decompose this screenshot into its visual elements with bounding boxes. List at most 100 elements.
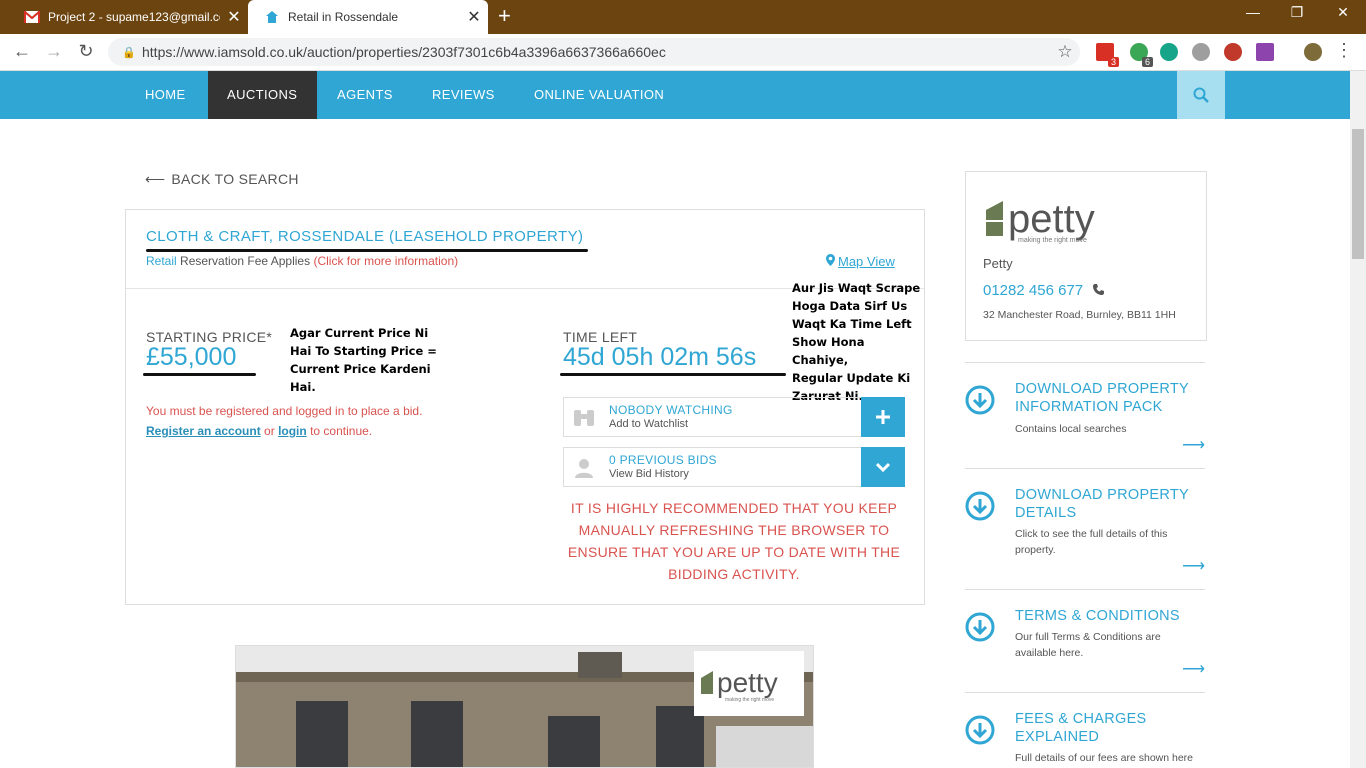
download-desc-line: property. (1015, 544, 1056, 556)
download-title: DOWNLOAD PROPERTY DETAILS (1015, 486, 1205, 522)
download-desc-line: available here. (1015, 647, 1084, 659)
scrollbar-thumb[interactable] (1352, 129, 1364, 259)
block-extension-icon[interactable] (1224, 43, 1242, 61)
svg-text:petty: petty (717, 667, 778, 698)
price-underline-annotation (143, 373, 256, 376)
map-pin-icon (826, 254, 835, 269)
tab-close-icon[interactable]: ✕ (460, 7, 488, 27)
download-desc: Our full Terms & Conditions are availabl… (1015, 629, 1195, 661)
gmail-badge: 3 (1107, 57, 1119, 67)
right-arrow-icon[interactable]: ⟶ (1182, 659, 1205, 679)
globe-extension-icon[interactable] (1192, 43, 1210, 61)
note-line: Regular Update Ki (792, 371, 911, 385)
nav-reviews[interactable]: REVIEWS (413, 71, 514, 119)
tab-retail-rossendale[interactable]: Retail in Rossendale ✕ (248, 0, 488, 34)
phone-icon (1093, 282, 1105, 299)
restore-icon[interactable]: ❐ (1274, 4, 1320, 21)
continue-text: to continue. (310, 424, 373, 438)
fees-and-charges[interactable]: FEES & CHARGES EXPLAINED Full details of… (965, 692, 1205, 768)
page-scrollbar[interactable] (1350, 71, 1366, 768)
download-desc-line: Click to see the full details of this (1015, 528, 1168, 540)
forward-arrow-icon[interactable]: → (42, 41, 66, 62)
url-box[interactable]: 🔒 https://www.iamsold.co.uk/auction/prop… (108, 38, 1080, 66)
photo-agent-logo: petty making the right move (694, 651, 804, 716)
site-navigation: HOME AUCTIONS AGENTS REVIEWS ONLINE VALU… (0, 71, 1350, 119)
profile-avatar[interactable] (1304, 43, 1322, 61)
download-title-line: DOWNLOAD PROPERTY (1015, 487, 1190, 503)
view-bid-history-label[interactable]: View Bid History (609, 468, 689, 480)
agent-phone-number: 01282 456 677 (983, 282, 1084, 299)
nav-home[interactable]: HOME (126, 71, 205, 119)
agent-phone[interactable]: 01282 456 677 (983, 282, 1105, 299)
binoculars-icon (572, 406, 596, 430)
tab-title: Retail in Rossendale (288, 10, 399, 24)
property-photo[interactable]: petty making the right move (235, 645, 814, 768)
petty-logo[interactable]: petty making the right move (983, 194, 1123, 249)
shield-badge: 6 (1141, 57, 1153, 67)
minimize-icon[interactable]: — (1230, 4, 1276, 20)
nav-agents[interactable]: AGENTS (318, 71, 412, 119)
recommend-line: MANUALLY REFRESHING THE BROWSER TO (578, 522, 890, 538)
pdf-extension-icon[interactable] (1256, 43, 1274, 61)
tab-close-icon[interactable]: ✕ (220, 7, 248, 27)
close-window-icon[interactable]: ✕ (1320, 4, 1366, 21)
property-meta: Retail Reservation Fee Applies (Click fo… (146, 254, 458, 268)
gmail-extension-icon[interactable]: 3 (1096, 43, 1119, 67)
back-to-search-link[interactable]: ⟵ BACK TO SEARCH (145, 171, 299, 188)
map-view-link[interactable]: Map View (826, 254, 895, 269)
register-account-link[interactable]: Register an account (146, 424, 261, 438)
svg-text:making the right move: making the right move (725, 697, 774, 703)
bid-history-box: 0 PREVIOUS BIDS View Bid History (563, 447, 905, 487)
download-desc: Contains local searches (1015, 423, 1127, 435)
expand-bid-history-button[interactable] (861, 447, 905, 487)
note-line: Current Price Kardeni (290, 362, 431, 376)
nav-online-valuation[interactable]: ONLINE VALUATION (515, 71, 683, 119)
bookmark-star-icon[interactable]: ☆ (1050, 42, 1080, 62)
search-button[interactable] (1177, 71, 1225, 119)
previous-bids-count: 0 PREVIOUS BIDS (609, 453, 717, 467)
nav-auctions[interactable]: AUCTIONS (208, 71, 317, 119)
m-extension-icon[interactable] (1160, 43, 1178, 61)
title-underline-annotation (146, 249, 588, 252)
new-tab-icon[interactable]: + (498, 5, 511, 27)
back-arrow-icon[interactable]: ← (10, 41, 34, 62)
url-text[interactable]: https://www.iamsold.co.uk/auction/proper… (142, 44, 1050, 60)
download-title-line: DOWNLOAD PROPERTY (1015, 381, 1190, 397)
agent-name: Petty (983, 256, 1013, 271)
chevron-down-icon (876, 462, 890, 472)
fee-more-info-link[interactable]: (Click for more information) (313, 254, 458, 268)
property-category[interactable]: Retail (146, 254, 177, 268)
back-to-search-label: BACK TO SEARCH (171, 171, 299, 187)
map-view-label: Map View (838, 254, 895, 269)
download-circle-icon (965, 612, 995, 642)
property-title[interactable]: CLOTH & CRAFT, ROSSENDALE (LEASEHOLD PRO… (146, 228, 583, 245)
download-property-details[interactable]: DOWNLOAD PROPERTY DETAILS Click to see t… (965, 468, 1205, 589)
terms-and-conditions[interactable]: TERMS & CONDITIONS Our full Terms & Cond… (965, 589, 1205, 692)
right-arrow-icon[interactable]: ⟶ (1182, 435, 1205, 455)
registration-required-text: You must be registered and logged in to … (146, 404, 423, 418)
add-to-watchlist-label[interactable]: Add to Watchlist (609, 418, 688, 430)
iamsold-icon (264, 9, 280, 25)
tab-gmail[interactable]: Project 2 - supame123@gmail.co ✕ (8, 0, 248, 34)
starting-price-value: £55,000 (146, 343, 237, 371)
price-annotation-note: Agar Current Price Ni Hai To Starting Pr… (290, 324, 437, 396)
svg-text:making the right move: making the right move (1018, 237, 1087, 244)
download-title-line: FEES & CHARGES (1015, 711, 1147, 727)
plus-icon (876, 410, 890, 424)
user-icon (572, 456, 596, 480)
menu-dots-icon[interactable]: ⋮ (1332, 40, 1356, 61)
login-link[interactable]: login (278, 424, 307, 438)
browser-tab-bar: Project 2 - supame123@gmail.co ✕ Retail … (0, 0, 1366, 34)
reservation-fee-text: Reservation Fee Applies (180, 254, 311, 268)
property-card: CLOTH & CRAFT, ROSSENDALE (LEASEHOLD PRO… (125, 209, 925, 605)
time-left-value: 45d 05h 02m 56s (563, 343, 757, 371)
download-title-line: DETAILS (1015, 505, 1077, 521)
download-info-pack[interactable]: DOWNLOAD PROPERTY INFORMATION PACK Conta… (965, 362, 1205, 468)
download-desc: Full details of our fees are shown here (1015, 752, 1194, 764)
search-icon (1193, 87, 1209, 103)
right-arrow-icon[interactable]: ⟶ (1182, 556, 1205, 576)
shield-extension-icon[interactable]: 6 (1130, 43, 1153, 67)
reload-icon[interactable]: ↻ (74, 41, 98, 62)
add-watchlist-button[interactable] (861, 397, 905, 437)
download-circle-icon (965, 715, 995, 745)
